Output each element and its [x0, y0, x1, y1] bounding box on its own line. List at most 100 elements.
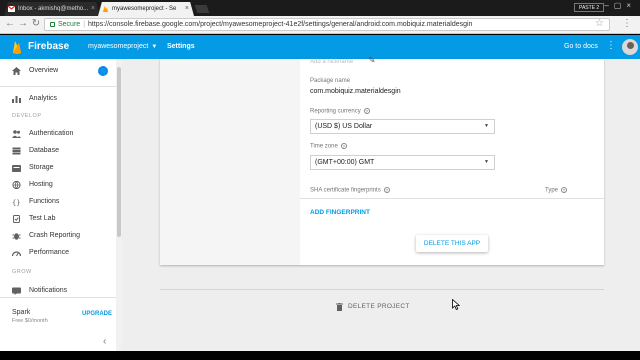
dropdown-arrow-icon: ▼	[484, 123, 489, 129]
sidebar-item-crash-reporting[interactable]: Crash Reporting	[0, 229, 116, 243]
tab-inbox[interactable]: Inbox - akmishq@metho... ×	[4, 2, 100, 16]
people-icon	[12, 130, 21, 138]
sidebar-item-label: Performance	[29, 249, 70, 256]
sidebar-item-functions[interactable]: {} Functions	[0, 195, 116, 209]
app-settings-card: Add a nickname ✎ Package name com.mobiqu…	[160, 55, 604, 265]
reload-icon[interactable]: ↻	[30, 18, 42, 30]
back-icon[interactable]: ←	[4, 18, 16, 30]
package-name-label: Package name	[310, 78, 351, 84]
sidebar-item-label: Hosting	[29, 181, 53, 188]
window-controls[interactable]: –▢×	[604, 1, 636, 10]
sidebar-item-analytics[interactable]: Analytics	[0, 92, 116, 106]
bug-icon	[12, 233, 21, 240]
url-text: https://console.firebase.google.com/proj…	[88, 21, 473, 28]
divider	[0, 86, 116, 87]
sidebar-item-label: Test Lab	[29, 215, 56, 222]
notifications-icon	[12, 287, 21, 295]
delete-app-button[interactable]: DELETE THIS APP	[416, 235, 488, 252]
delete-project-button[interactable]: DELETE PROJECT	[348, 303, 410, 310]
timezone-select[interactable]: (GMT+00:00) GMT ▼	[310, 155, 495, 170]
sidebar-item-label: Database	[29, 147, 59, 154]
edit-pencil-icon[interactable]: ✎	[368, 55, 376, 66]
speed-icon	[12, 251, 21, 257]
sidebar-item-notifications[interactable]: Notifications	[0, 284, 116, 298]
url-separator: |	[83, 21, 86, 28]
app-card-sidebar	[160, 59, 300, 265]
tab-inbox-title: Inbox - akmishq@metho...	[18, 6, 89, 12]
test-lab-icon	[13, 215, 20, 223]
chevron-down-icon: ▼	[151, 44, 158, 50]
bookmark-star-icon[interactable]: ☆	[595, 18, 604, 29]
firebase-icon	[103, 6, 108, 12]
currency-select[interactable]: (USD $) US Dollar ▼	[310, 119, 495, 134]
browser-tab-strip: Inbox - akmishq@metho... × myawesomeproj…	[0, 0, 640, 16]
nickname-field[interactable]: Add a nickname	[310, 59, 353, 65]
type-label: Type?	[545, 187, 568, 194]
screen: Inbox - akmishq@metho... × myawesomeproj…	[0, 0, 640, 360]
browser-menu-icon[interactable]: ⋮	[622, 18, 632, 29]
fingerprints-label-text: SHA certificate fingerprints	[310, 187, 381, 194]
go-to-docs-link[interactable]: Go to docs	[564, 43, 598, 50]
functions-icon: {}	[12, 199, 20, 206]
url-field[interactable]: Secure | https://console.firebase.google.c…	[44, 18, 610, 31]
sidebar-item-authentication[interactable]: Authentication	[0, 127, 116, 141]
plan-name: Spark	[12, 309, 31, 316]
mouse-cursor-icon	[452, 299, 460, 310]
avatar[interactable]	[622, 39, 638, 55]
timezone-label: Time zone?	[310, 143, 347, 150]
database-icon	[12, 147, 21, 155]
secure-label: Secure	[58, 21, 81, 28]
sidebar-item-label: Notifications	[29, 287, 68, 294]
chevron-left-icon[interactable]: ‹	[103, 336, 106, 347]
timezone-label-text: Time zone	[310, 143, 338, 150]
divider	[160, 289, 604, 290]
sidebar-item-performance[interactable]: Performance	[0, 246, 116, 260]
sidebar-item-label: Functions	[29, 198, 60, 205]
sidebar-item-label: Crash Reporting	[29, 232, 80, 239]
tab-firebase[interactable]: myawesomeproject - Se ×	[98, 2, 194, 16]
fingerprints-header: SHA certificate fingerprints? Type?	[300, 183, 604, 199]
plan-footer: Spark Free $0/month UPGRADE ‹	[0, 297, 116, 351]
home-icon	[12, 67, 21, 75]
address-bar: ← → ↻ Secure | https://console.firebase.go…	[0, 16, 640, 34]
help-icon[interactable]: ?	[340, 143, 347, 149]
sidebar-item-storage[interactable]: Storage	[0, 161, 116, 175]
settings-gear-icon[interactable]	[98, 66, 108, 76]
gmail-icon	[8, 6, 15, 12]
firebase-logo-icon	[13, 41, 21, 54]
sidebar-item-label: Storage	[29, 164, 54, 171]
svg-text:{}: {}	[12, 199, 20, 206]
close-icon[interactable]: ×	[185, 2, 189, 16]
upgrade-button[interactable]: UPGRADE	[82, 311, 112, 317]
help-icon[interactable]: ?	[383, 187, 390, 193]
sidebar-item-label: Analytics	[29, 95, 58, 102]
project-name: myawesomeproject	[88, 43, 149, 50]
sidebar-item-hosting[interactable]: Hosting	[0, 178, 116, 192]
sidebar-item-database[interactable]: Database	[0, 144, 116, 158]
more-vert-icon[interactable]: ⋮	[606, 40, 616, 51]
sidebar-item-test-lab[interactable]: Test Lab	[0, 212, 116, 226]
currency-label: Reporting currency?	[310, 108, 370, 115]
project-selector[interactable]: myawesomeproject ▼	[88, 43, 157, 50]
sidebar-item-label: Authentication	[29, 130, 74, 137]
sidebar-item-label: Overview	[29, 67, 59, 74]
scrollbar-thumb[interactable]	[117, 67, 121, 237]
forward-icon[interactable]: →	[17, 18, 29, 30]
help-icon[interactable]: ?	[363, 108, 370, 114]
package-name-value: com.mobiquiz.materialdesgin	[310, 88, 401, 95]
bar-chart-icon	[12, 96, 21, 103]
section-grow: GROW	[12, 269, 32, 275]
firebase-header: Firebase myawesomeproject ▼ Settings Go t…	[0, 35, 640, 59]
main-content: Add a nickname ✎ Package name com.mobiqu…	[122, 55, 640, 351]
close-icon[interactable]: ×	[91, 2, 95, 16]
add-fingerprint-button[interactable]: ADD FINGERPRINT	[310, 209, 370, 216]
dropdown-arrow-icon: ▼	[484, 159, 489, 165]
page-title: Settings	[167, 43, 195, 50]
fingerprints-label: SHA certificate fingerprints?	[310, 187, 390, 194]
currency-label-text: Reporting currency	[310, 108, 361, 115]
tab-firebase-title: myawesomeproject - Se	[112, 6, 177, 12]
new-tab-button[interactable]	[194, 5, 210, 13]
help-icon[interactable]: ?	[561, 187, 568, 193]
window-badge: PASTE 2	[574, 3, 605, 12]
plan-price: Free $0/month	[12, 318, 48, 324]
